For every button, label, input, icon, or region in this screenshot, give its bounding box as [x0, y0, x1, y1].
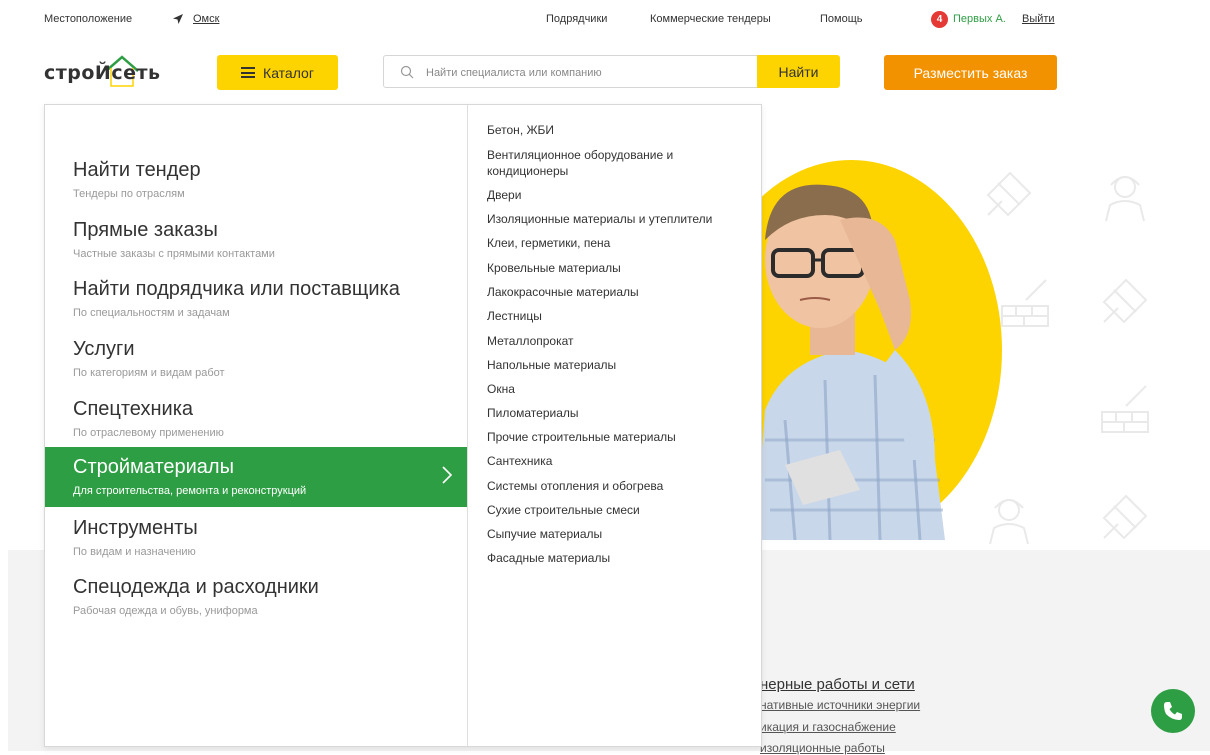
- subcategory-item[interactable]: Системы отопления и обогрева: [487, 478, 747, 494]
- subcategory-item[interactable]: Лестницы: [487, 308, 747, 324]
- top-bar: Местоположение Омск Подрядчики Коммерчес…: [0, 0, 1210, 40]
- worker-icon: [989, 499, 1029, 545]
- category-link[interactable]: изоляционные работы: [760, 741, 885, 755]
- menu-item-title: Найти подрядчика или поставщика: [73, 278, 400, 300]
- menu-item-direct-orders[interactable]: Прямые заказы Частные заказы с прямыми к…: [45, 219, 467, 279]
- menu-item-services[interactable]: Услуги По категориям и видам работ: [45, 338, 467, 398]
- subcategory-item[interactable]: Пиломатериалы: [487, 405, 747, 421]
- menu-item-title: Спецтехника: [73, 398, 193, 420]
- pencil-ruler-icon: [1102, 494, 1148, 540]
- menu-item-subtitle: Для строительства, ремонта и реконструкц…: [73, 485, 307, 497]
- brick-trowel-icon: [1001, 279, 1049, 327]
- subcategory-item[interactable]: Металлопрокат: [487, 333, 747, 349]
- menu-item-subtitle: Тендеры по отраслям: [73, 188, 185, 200]
- subcategory-item[interactable]: Сухие строительные смеси: [487, 502, 747, 518]
- logo-text: строЙсеть: [44, 62, 161, 84]
- chevron-right-icon: [442, 466, 453, 484]
- menu-item-title: Стройматериалы: [73, 456, 234, 478]
- subcategory-item[interactable]: Двери: [487, 187, 747, 203]
- menu-item-building-materials[interactable]: Стройматериалы Для строительства, ремонт…: [45, 447, 467, 507]
- notification-badge[interactable]: 4: [931, 11, 948, 28]
- subcategory-item[interactable]: Бетон, ЖБИ: [487, 122, 747, 138]
- menu-item-find-contractor[interactable]: Найти подрядчика или поставщика По специ…: [45, 278, 467, 338]
- subcategory-item[interactable]: Кровельные материалы: [487, 260, 747, 276]
- menu-item-tools[interactable]: Инструменты По видам и назначению: [45, 517, 467, 577]
- category-link[interactable]: икация и газоснабжение: [760, 720, 896, 734]
- person-illustration: [755, 184, 945, 540]
- menu-item-title: Прямые заказы: [73, 219, 218, 241]
- menu-item-title: Спецодежда и расходники: [73, 576, 319, 598]
- menu-item-workwear[interactable]: Спецодежда и расходники Рабочая одежда и…: [45, 576, 467, 636]
- subcategory-item[interactable]: Напольные материалы: [487, 357, 747, 373]
- menu-item-title: Услуги: [73, 338, 135, 360]
- user-name-link[interactable]: Первых А.: [953, 13, 1006, 25]
- brick-trowel-icon: [1101, 385, 1149, 433]
- menu-item-subtitle: По специальностям и задачам: [73, 307, 230, 319]
- menu-item-tenders[interactable]: Найти тендер Тендеры по отраслям: [45, 159, 467, 219]
- subcategory-item[interactable]: Сантехника: [487, 453, 747, 469]
- subcategory-item[interactable]: Фасадные материалы: [487, 550, 747, 566]
- menu-item-subtitle: По категориям и видам работ: [73, 367, 225, 379]
- nav-tenders[interactable]: Коммерческие тендеры: [650, 13, 771, 25]
- menu-item-subtitle: По видам и назначению: [73, 546, 196, 558]
- subcategory-item[interactable]: Сыпучие материалы: [487, 526, 747, 542]
- pencil-ruler-icon: [1102, 278, 1148, 324]
- place-order-button[interactable]: Разместить заказ: [884, 55, 1057, 90]
- menu-item-title: Инструменты: [73, 517, 198, 539]
- location-label: Местоположение: [44, 13, 133, 25]
- menu-item-title: Найти тендер: [73, 159, 201, 181]
- catalog-dropdown: Найти тендер Тендеры по отраслям Прямые …: [44, 104, 762, 747]
- call-button[interactable]: [1151, 689, 1195, 733]
- subcategory-item[interactable]: Клеи, герметики, пена: [487, 235, 747, 251]
- logo[interactable]: строЙсеть: [44, 54, 184, 98]
- pencil-ruler-icon: [986, 171, 1032, 217]
- subcategory-item[interactable]: Окна: [487, 381, 747, 397]
- search-input[interactable]: [424, 56, 758, 89]
- menu-item-subtitle: Рабочая одежда и обувь, униформа: [73, 605, 258, 617]
- menu-item-subtitle: Частные заказы с прямыми контактами: [73, 248, 275, 260]
- menu-burger-icon: [241, 67, 256, 78]
- subcategory-item[interactable]: Лакокрасочные материалы: [487, 284, 747, 300]
- catalog-categories: Найти тендер Тендеры по отраслям Прямые …: [45, 105, 467, 746]
- search-icon: [400, 65, 414, 79]
- subcategory-list: Бетон, ЖБИ Вентиляционное оборудование и…: [467, 105, 762, 746]
- search-button[interactable]: Найти: [757, 55, 840, 88]
- subcategory-item[interactable]: Вентиляционное оборудование и кондиционе…: [487, 147, 747, 179]
- subcategory-item[interactable]: Изоляционные материалы и утеплители: [487, 211, 747, 227]
- menu-item-subtitle: По отраслевому применению: [73, 427, 224, 439]
- location-arrow-icon: [173, 14, 183, 24]
- category-link[interactable]: нативные источники энергии: [760, 698, 920, 712]
- worker-icon: [1105, 176, 1145, 222]
- logout-link[interactable]: Выйти: [1022, 13, 1055, 25]
- city-link[interactable]: Омск: [193, 13, 219, 25]
- nav-help[interactable]: Помощь: [820, 13, 863, 25]
- nav-contractors[interactable]: Подрядчики: [546, 13, 607, 25]
- phone-icon: [1164, 702, 1182, 720]
- catalog-button[interactable]: Каталог: [217, 55, 338, 90]
- subcategory-item[interactable]: Прочие строительные материалы: [487, 429, 747, 445]
- category-link-title[interactable]: нерные работы и сети: [760, 676, 915, 693]
- catalog-label: Каталог: [263, 64, 314, 81]
